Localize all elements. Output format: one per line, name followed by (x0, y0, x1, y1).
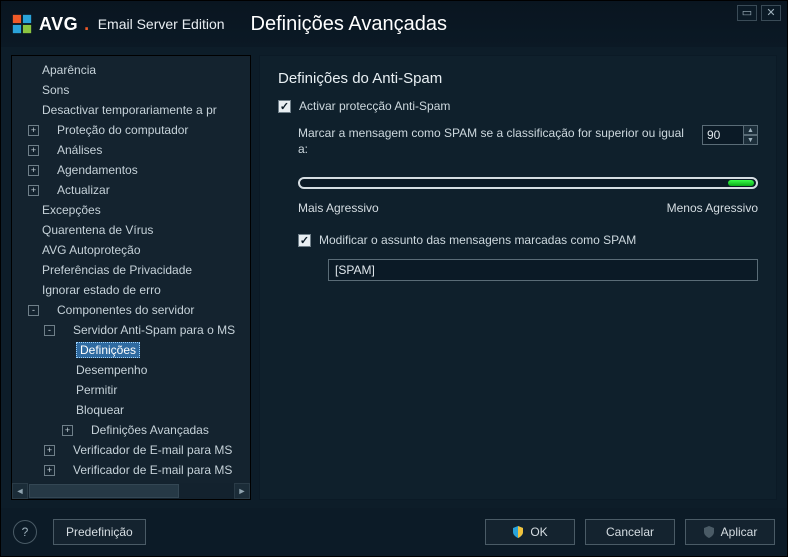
titlebar: AVG . Email Server Edition Definições Av… (1, 1, 787, 47)
tree-item-label: Servidor Anti-Spam para o MS (73, 323, 235, 337)
tree-item-label: Actualizar (57, 183, 110, 197)
aggressiveness-slider[interactable] (298, 173, 758, 193)
modify-subject-label: Modificar o assunto das mensagens marcad… (319, 233, 636, 247)
brand-name: AVG (39, 14, 78, 35)
brand-logo: AVG . Email Server Edition (11, 13, 225, 35)
tree-item-label: Verificador de E-mail para MS (73, 463, 232, 477)
expand-icon[interactable]: + (28, 165, 39, 176)
slider-thumb[interactable] (728, 180, 754, 186)
spinner-up[interactable]: ▲ (744, 125, 758, 135)
tree-item-label: Aparência (42, 63, 96, 77)
tree-item[interactable]: Desactivar temporariamente a pr (16, 100, 250, 120)
scroll-left-arrow[interactable]: ◄ (12, 483, 28, 499)
window: AVG . Email Server Edition Definições Av… (0, 0, 788, 557)
expand-icon[interactable]: + (28, 125, 39, 136)
footer: ? Predefinição OK Cancelar Aplicar (1, 508, 787, 556)
horizontal-scrollbar[interactable]: ◄ ► (12, 483, 250, 499)
tree-item[interactable]: - Componentes do servidor (16, 300, 250, 320)
tree-item[interactable]: Preferências de Privacidade (16, 260, 250, 280)
expand-icon[interactable]: + (44, 465, 55, 476)
scroll-track[interactable] (28, 483, 234, 499)
expand-icon[interactable]: + (44, 445, 55, 456)
tree-item[interactable]: + Proteção do computador (16, 120, 250, 140)
tree-item-label: Análises (57, 143, 102, 157)
scroll-thumb[interactable] (29, 484, 179, 498)
nav-tree: Aparência Sons Desactivar temporariamente … (16, 60, 250, 481)
tree-item-label: Bloquear (76, 403, 124, 417)
tree-item[interactable]: Bloquear (16, 400, 250, 420)
tree-item[interactable]: Quarentena de Vírus (16, 220, 250, 240)
apply-button[interactable]: Aplicar (685, 519, 775, 545)
brand-dot: . (84, 14, 90, 35)
tree-item[interactable]: Excepções (16, 200, 250, 220)
sidebar: Aparência Sons Desactivar temporariamente … (11, 55, 251, 500)
tree-item-label: Componentes do servidor (57, 303, 194, 317)
tree-item-label: Preferências de Privacidade (42, 263, 192, 277)
minimize-button[interactable]: ▭ (737, 5, 757, 21)
tree-item-label: Permitir (76, 383, 117, 397)
tree-item[interactable]: - Servidor Anti-Spam para o MS (16, 320, 250, 340)
ok-button[interactable]: OK (485, 519, 575, 545)
enable-antispam-label: Activar protecção Anti-Spam (299, 99, 450, 113)
collapse-icon[interactable]: - (44, 325, 55, 336)
tree-item[interactable]: + Verificador de E-mail para MS (16, 460, 250, 480)
score-threshold-input[interactable] (702, 125, 744, 145)
shield-icon (703, 526, 715, 538)
tree-item-label: Verificador de E-mail para MS (73, 443, 232, 457)
tree-item-label: Proteção do computador (57, 123, 188, 137)
tree-item-label: AVG Autoproteção (42, 243, 141, 257)
product-name: Email Server Edition (98, 16, 225, 32)
content-panel: Definições do Anti-Spam Activar protecçã… (259, 55, 777, 500)
tree-item[interactable]: + Definições Avançadas (16, 420, 250, 440)
tree-item[interactable]: Aparência (16, 60, 250, 80)
tree-item-label: Desempenho (76, 363, 147, 377)
tree-item-label: Agendamentos (57, 163, 138, 177)
collapse-icon[interactable]: - (28, 305, 39, 316)
tree-item[interactable]: + Análises (16, 140, 250, 160)
preset-button[interactable]: Predefinição (53, 519, 146, 545)
expand-icon[interactable]: + (28, 185, 39, 196)
tree-item-label: Ignorar estado de erro (42, 283, 161, 297)
modify-subject-checkbox[interactable] (298, 234, 311, 247)
score-threshold-spinner[interactable]: ▲ ▼ (702, 125, 758, 145)
tree-item-label: Definições (76, 342, 140, 358)
close-button[interactable]: ✕ (761, 5, 781, 21)
avg-shield-icon (11, 13, 33, 35)
tree-item-label: Desactivar temporariamente a pr (42, 103, 217, 117)
scroll-right-arrow[interactable]: ► (234, 483, 250, 499)
tree-item[interactable]: + Agendamentos (16, 160, 250, 180)
tree-item-label: Quarentena de Vírus (42, 223, 153, 237)
spinner-down[interactable]: ▼ (744, 135, 758, 145)
enable-antispam-checkbox[interactable] (278, 100, 291, 113)
tree-item[interactable]: Sons (16, 80, 250, 100)
tree-item[interactable]: Ignorar estado de erro (16, 280, 250, 300)
tree-item-label: Excepções (42, 203, 101, 217)
page-title: Definições Avançadas (251, 13, 447, 36)
cancel-button[interactable]: Cancelar (585, 519, 675, 545)
tree-item[interactable]: Permitir (16, 380, 250, 400)
tree-item[interactable]: + Actualizar (16, 180, 250, 200)
tree-item[interactable]: + Verificador de E-mail para MS (16, 440, 250, 460)
expand-icon[interactable]: + (28, 145, 39, 156)
score-threshold-label: Marcar a mensagem como SPAM se a classif… (298, 125, 702, 157)
tree-item[interactable]: AVG Autoproteção (16, 240, 250, 260)
section-title: Definições do Anti-Spam (278, 70, 758, 87)
tree-item-label: Sons (42, 83, 69, 97)
subject-prefix-input[interactable] (328, 259, 758, 281)
slider-label-left: Mais Agressivo (298, 201, 379, 215)
tree-item-label: Definições Avançadas (91, 423, 209, 437)
help-button[interactable]: ? (13, 520, 37, 544)
apply-label: Aplicar (721, 525, 758, 539)
slider-label-right: Menos Agressivo (667, 201, 758, 215)
tree-item[interactable]: Definições (16, 340, 250, 360)
ok-label: OK (530, 525, 547, 539)
tree-item[interactable]: Desempenho (16, 360, 250, 380)
shield-icon (512, 526, 524, 538)
expand-icon[interactable]: + (62, 425, 73, 436)
